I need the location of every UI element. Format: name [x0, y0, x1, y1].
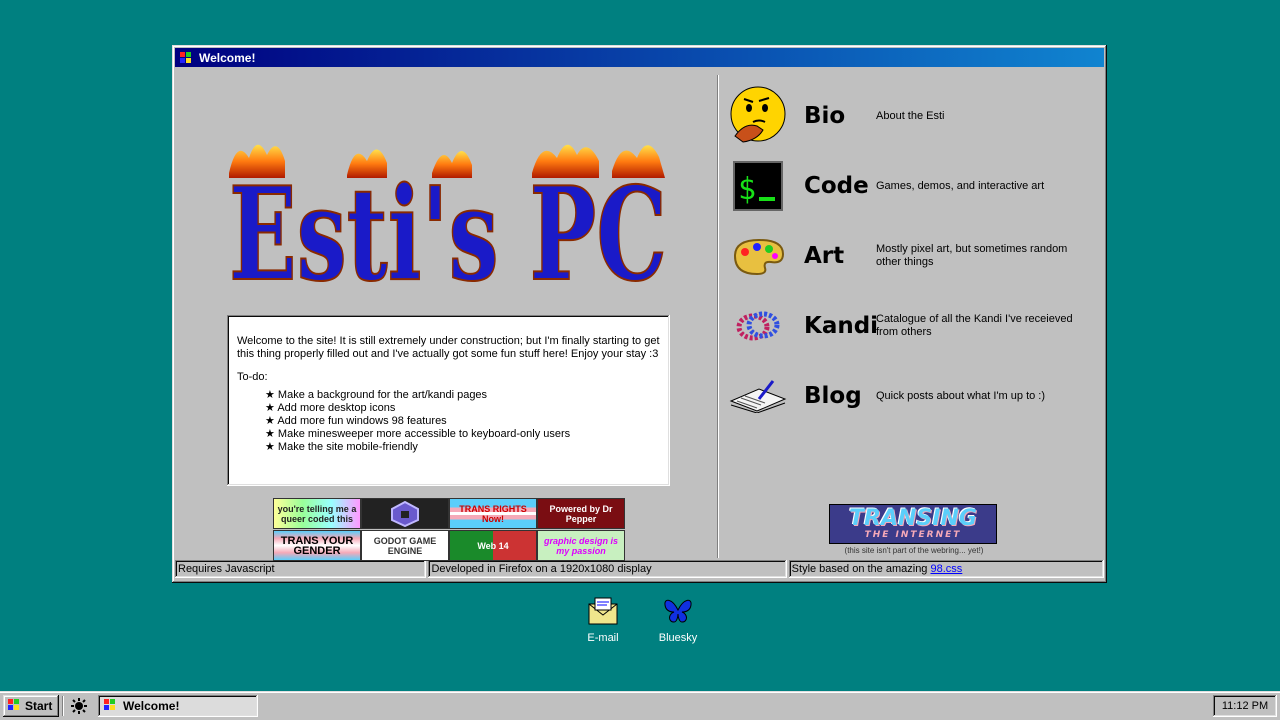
nav-item-kandi[interactable]: Kandi Catalogue of all the Kandi I've re… — [728, 291, 1098, 361]
badge-queer-coded[interactable]: you're telling me a queer coded this — [273, 498, 361, 529]
nav-label: Code — [804, 173, 869, 199]
butterfly-icon — [662, 596, 694, 628]
windows-logo-icon — [103, 698, 117, 715]
badge-dr-pepper[interactable]: Powered by Dr Pepper — [537, 498, 625, 529]
nav-label: Art — [804, 243, 845, 269]
welcome-intro: Welcome to the site! It is still extreme… — [237, 335, 660, 360]
open-book-icon — [728, 366, 788, 426]
nav-desc: Games, demos, and interactive art — [876, 179, 1045, 192]
badge-trans-your-gender[interactable]: TRANS YOUR GENDER — [273, 530, 361, 561]
badge-graphic-design[interactable]: graphic design is my passion — [537, 530, 625, 561]
transing-subtitle: THE INTERNET — [864, 529, 962, 540]
nav-item-bio[interactable]: Bio About the Esti — [728, 81, 1098, 151]
desktop-icon-label: Bluesky — [658, 632, 698, 644]
nav-label: Bio — [804, 103, 846, 129]
nav-desc: Mostly pixel art, but sometimes random o… — [876, 243, 1068, 268]
welcome-window: Welcome! Esti's PC Welcome to the site! … — [172, 45, 1107, 583]
window-title: Welcome! — [199, 50, 256, 65]
transing-webring[interactable]: TRANSING THE INTERNET (this site isn't p… — [829, 504, 999, 557]
start-label: Start — [25, 699, 53, 713]
windows-logo-icon — [7, 698, 21, 715]
desktop-icon-bluesky[interactable]: Bluesky — [643, 596, 713, 644]
taskbar-window-label: Welcome! — [123, 699, 180, 713]
kandi-bracelet-icon — [728, 296, 788, 356]
nav-desc: Catalogue of all the Kandi I've receieve… — [876, 313, 1073, 338]
badge-web14[interactable]: Web 14 — [449, 530, 537, 561]
desktop-icon-label: E-mail — [587, 632, 619, 644]
nav-desc: About the Esti — [876, 109, 945, 122]
quick-launch-sun[interactable] — [66, 695, 92, 717]
welcome-text-box: Welcome to the site! It is still extreme… — [227, 315, 670, 486]
system-tray-clock[interactable]: 11:12 PM — [1213, 695, 1277, 717]
status-style-prefix: Style based on the amazing — [791, 563, 928, 575]
nav-label: Blog — [804, 383, 862, 409]
sun-icon — [71, 698, 87, 714]
todo-item: Make the site mobile-friendly — [265, 441, 660, 454]
status-dev: Developed in Firefox on a 1920x1080 disp… — [428, 560, 786, 578]
todo-item: Add more fun windows 98 features — [265, 415, 660, 428]
transing-note: (this site isn't part of the webring... … — [844, 546, 984, 555]
thinking-face-icon — [728, 86, 788, 146]
windows-logo-icon — [179, 51, 193, 65]
window-body: Esti's PC Welcome to the site! It is sti… — [175, 67, 1104, 561]
nav-list: Bio About the Esti $ Code Games, demos, … — [728, 81, 1098, 431]
transing-banner[interactable]: TRANSING THE INTERNET — [829, 504, 997, 544]
todo-item: Make minesweeper more accessible to keyb… — [265, 428, 660, 441]
paint-palette-icon — [728, 226, 788, 286]
nav-item-code[interactable]: $ Code Games, demos, and interactive art — [728, 151, 1098, 221]
badge-godot[interactable]: GODOT GAME ENGINE — [361, 530, 449, 561]
start-button[interactable]: Start — [3, 695, 59, 717]
logo-text: Esti's PC — [229, 160, 667, 285]
nav-item-art[interactable]: Art Mostly pixel art, but sometimes rand… — [728, 221, 1098, 291]
todo-list: Make a background for the art/kandi page… — [237, 389, 660, 454]
nav-item-blog[interactable]: Blog Quick posts about what I'm up to :) — [728, 361, 1098, 431]
desktop-icon-email[interactable]: E-mail — [568, 596, 638, 644]
todo-item: Make a background for the art/kandi page… — [265, 389, 660, 402]
todo-item: Add more desktop icons — [265, 402, 660, 415]
nav-desc: Quick posts about what I'm up to :) — [876, 389, 1046, 402]
taskbar: Start Welcome! 11:12 PM — [0, 691, 1280, 720]
site-logo: Esti's PC — [227, 133, 669, 311]
clock-text: 11:12 PM — [1221, 700, 1269, 712]
badge-grid: you're telling me a queer coded this TRA… — [273, 498, 625, 561]
transing-title: TRANSING — [849, 505, 977, 531]
status-style: Style based on the amazing 98.css — [789, 560, 1104, 578]
badge-trans-rights[interactable]: TRANS RIGHTS Now! — [449, 498, 537, 529]
badge-gamecube[interactable] — [361, 498, 449, 529]
terminal-icon: $ — [728, 156, 788, 216]
status-js: Requires Javascript — [175, 560, 426, 578]
email-icon — [587, 596, 619, 628]
taskbar-window-button[interactable]: Welcome! — [98, 695, 258, 717]
gamecube-logo-icon — [391, 500, 419, 527]
todo-heading: To-do: — [237, 371, 268, 383]
taskbar-separator — [62, 696, 64, 716]
nav-label: Kandi — [804, 313, 879, 339]
title-bar[interactable]: Welcome! — [175, 48, 1104, 67]
vertical-divider — [717, 75, 719, 558]
svg-text:$: $ — [738, 172, 756, 207]
css98-link[interactable]: 98.css — [931, 563, 963, 575]
status-bar: Requires Javascript Developed in Firefox… — [175, 560, 1104, 578]
